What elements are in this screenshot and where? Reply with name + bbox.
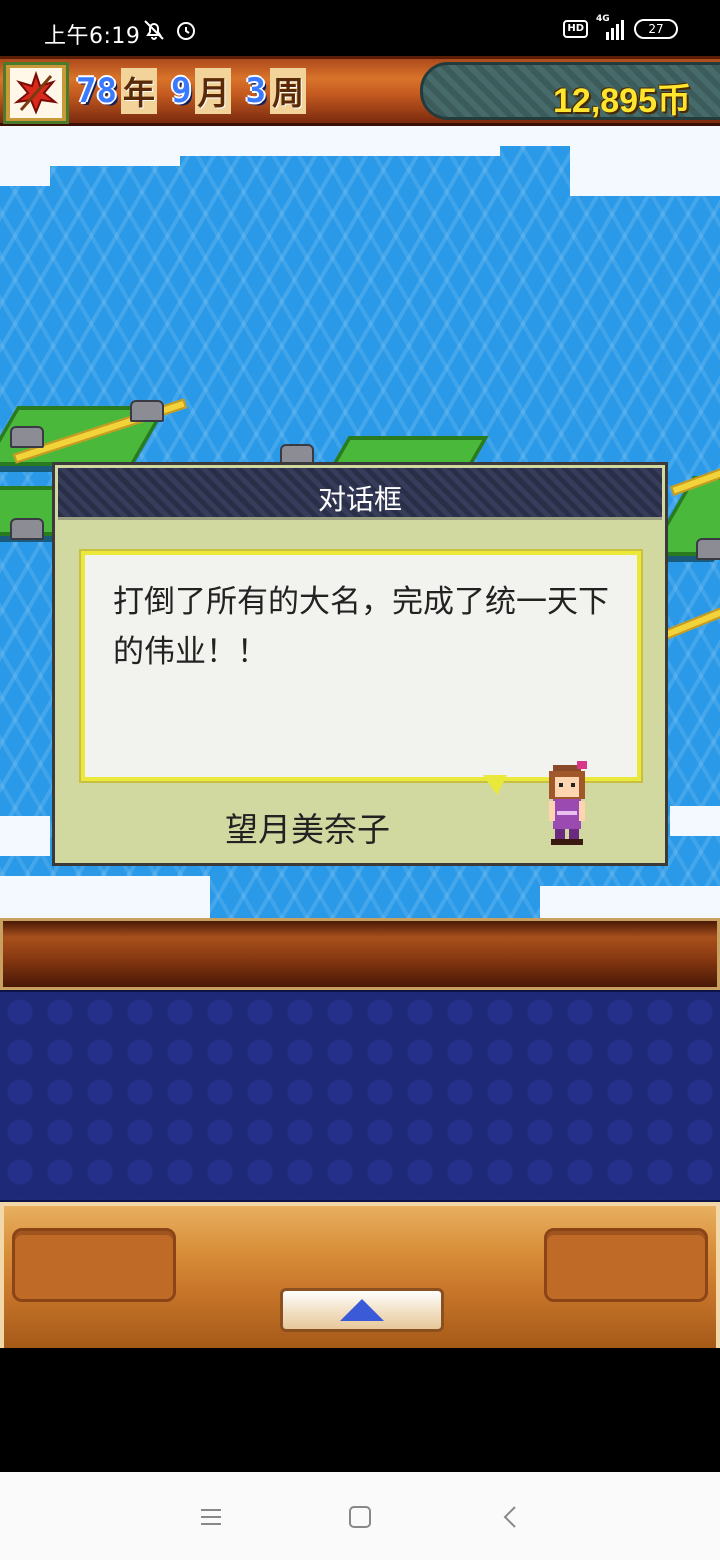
cloud: [540, 886, 720, 918]
dialog-title: 对话框: [317, 483, 402, 516]
year-unit: 年: [120, 68, 157, 114]
up-arrow-icon: [340, 1299, 384, 1321]
alarm-icon: [177, 22, 195, 40]
back-icon[interactable]: [496, 1502, 526, 1532]
signal-icon: 4G: [596, 14, 626, 40]
status-bar: 上午6:19 HD 4G 27: [0, 0, 720, 56]
right-slot-button[interactable]: [544, 1228, 708, 1302]
expand-menu-button[interactable]: [280, 1288, 444, 1332]
status-icons-left: [142, 18, 198, 42]
dialog-titlebar: 对话框: [58, 468, 662, 520]
status-icons-right: HD 4G 27: [563, 14, 678, 40]
hd-badge: HD: [563, 20, 588, 38]
dialog-message: 打倒了所有的大名，完成了统一天下的伟业！！: [113, 584, 609, 670]
week-number: 3: [245, 71, 266, 111]
castle-town[interactable]: [10, 426, 44, 448]
date-display: 78 年 9 月 3 周: [76, 68, 320, 114]
cloud: [170, 126, 500, 156]
cloud: [670, 806, 720, 836]
maple-emblem-icon: [13, 70, 59, 115]
speaker-name: 望月美奈子: [225, 810, 390, 849]
cloud: [0, 816, 50, 856]
cloud: [0, 876, 210, 918]
status-time: 上午6:19: [44, 24, 141, 49]
bell-off-icon: [144, 20, 164, 40]
dialog-box[interactable]: 对话框 打倒了所有的大名，完成了统一天下的伟业！！ 望月美奈子: [52, 462, 668, 866]
month-number: 9: [170, 71, 192, 111]
money-panel: 12,895币: [420, 62, 720, 120]
info-bar: [0, 918, 720, 990]
network-type: 4G: [596, 14, 610, 24]
year-number: 78: [76, 71, 117, 111]
castle-town[interactable]: [10, 518, 44, 540]
speech-bubble: 打倒了所有的大名，完成了统一天下的伟业！！: [79, 549, 643, 783]
speaker-portrait-icon: [549, 761, 587, 845]
castle-town[interactable]: [696, 538, 720, 560]
speech-bubble-tail: [483, 775, 507, 795]
cloud: [500, 126, 720, 146]
castle-town[interactable]: [130, 400, 164, 422]
system-nav-bar: [0, 1472, 720, 1560]
week-unit: 周: [269, 68, 306, 114]
road: [661, 601, 720, 641]
home-icon[interactable]: [345, 1502, 375, 1532]
cloud: [0, 156, 50, 186]
clan-emblem-button[interactable]: [3, 62, 69, 124]
menu-panel: [0, 990, 720, 1202]
cloud: [570, 146, 720, 196]
money-amount: 12,895币: [553, 82, 691, 120]
menu-icon[interactable]: [196, 1502, 226, 1532]
control-panel: [0, 1202, 720, 1348]
battery-icon: 27: [634, 19, 678, 39]
month-unit: 月: [195, 68, 232, 114]
game-header: 78 年 9 月 3 周 12,895币: [0, 56, 720, 126]
battery-level: 27: [648, 22, 664, 36]
left-slot-button[interactable]: [12, 1228, 176, 1302]
